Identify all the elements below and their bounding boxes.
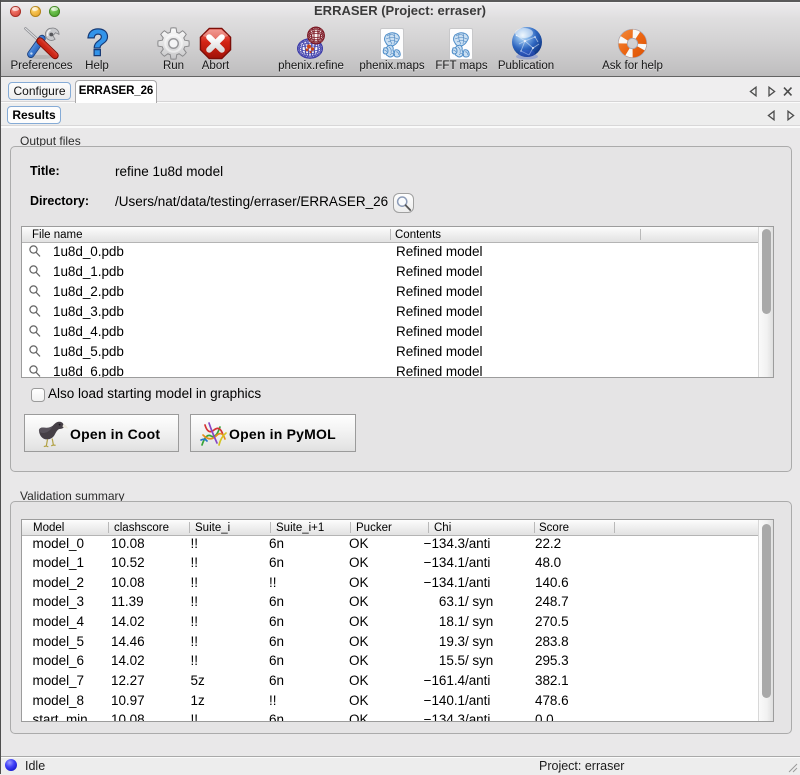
svg-text:?: ? xyxy=(87,24,109,62)
